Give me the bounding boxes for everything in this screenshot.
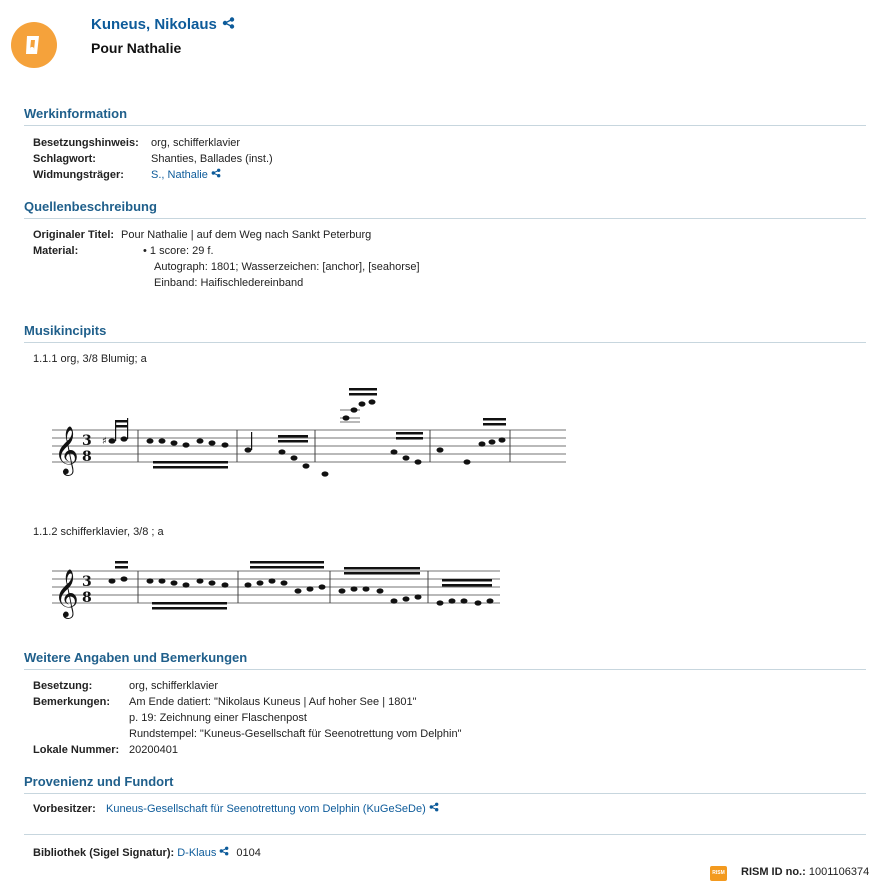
field-label: Originaler Titel: bbox=[33, 229, 115, 241]
field-value: Pour Nathalie | auf dem Weg nach Sankt P… bbox=[121, 229, 372, 241]
work-row-besetzung: Besetzungshinweis: org, schifferklavier bbox=[33, 135, 240, 151]
field-label: Widmungsträger: bbox=[33, 169, 124, 181]
field-value: Am Ende datiert: "Nikolaus Kuneus | Auf … bbox=[129, 696, 417, 708]
incipit-label: 1.1.2 schifferklavier, 3/8 ; a bbox=[33, 526, 164, 538]
further-row-lokale: Lokale Nummer: 20200401 bbox=[33, 742, 178, 758]
field-value: Shanties, Ballades (inst.) bbox=[151, 153, 273, 165]
material-bullet: • bbox=[143, 245, 150, 257]
field-label: Schlagwort: bbox=[33, 153, 96, 165]
work-row-widmung: Widmungsträger: S., Nathalie bbox=[33, 167, 221, 183]
field-label: Lokale Nummer: bbox=[33, 744, 120, 756]
music-incipit-2[interactable]: 𝄞 3 8 bbox=[50, 555, 505, 620]
svg-text:3: 3 bbox=[82, 574, 92, 590]
svg-text:8: 8 bbox=[82, 449, 92, 465]
further-row-bemerkungen: Bemerkungen: Am Ende datiert: "Nikolaus K… bbox=[33, 694, 416, 710]
field-label: Besetzungshinweis: bbox=[33, 137, 139, 149]
field-value: 1 score: 29 f. bbox=[149, 245, 214, 257]
provenance-row: Vorbesitzer: Kuneus-Gesellschaft für Seen… bbox=[33, 801, 439, 817]
section-heading-work: Werkinformation bbox=[24, 106, 866, 126]
section-heading-further: Weitere Angaben und Bemerkungen bbox=[24, 650, 866, 670]
divider bbox=[24, 834, 866, 835]
section-heading-source: Quellenbeschreibung bbox=[24, 199, 866, 219]
library-row: Bibliothek (Sigel Signatur): D-Klaus 010… bbox=[33, 845, 261, 861]
further-row-besetzung: Besetzung: org, schifferklavier bbox=[33, 678, 218, 694]
rism-id: RISM ID no.: 1001106374 bbox=[741, 866, 869, 878]
field-label: Material: bbox=[33, 245, 79, 257]
remark-line: Rundstempel: "Kuneus-Gesellschaft für Se… bbox=[129, 728, 462, 740]
composer-link[interactable]: Kuneus, Nikolaus bbox=[91, 16, 235, 33]
previous-owner-link[interactable]: Kuneus-Gesellschaft für Seenotrettung vo… bbox=[106, 803, 426, 815]
source-row-material: Material: • 1 score: 29 f. bbox=[33, 243, 214, 259]
rism-value: 1001106374 bbox=[808, 866, 870, 878]
shelfmark: 0104 bbox=[236, 847, 261, 859]
svg-text:8: 8 bbox=[82, 590, 92, 606]
share-icon[interactable] bbox=[222, 16, 235, 33]
share-icon[interactable] bbox=[429, 801, 439, 817]
share-icon[interactable] bbox=[211, 167, 221, 183]
material-line: Autograph: 1801; Wasserzeichen: [anchor]… bbox=[154, 261, 420, 273]
section-heading-incipits: Musikincipits bbox=[24, 323, 866, 343]
material-line: Einband: Haifischledereinband bbox=[154, 277, 304, 289]
field-value: org, schifferklavier bbox=[151, 137, 241, 149]
field-label: Bemerkungen: bbox=[33, 696, 111, 708]
section-heading-provenance: Provenienz und Fundort bbox=[24, 774, 866, 794]
dedicatee-link[interactable]: S., Nathalie bbox=[151, 169, 208, 181]
svg-text:𝄞: 𝄞 bbox=[54, 425, 79, 476]
remark-line: p. 19: Zeichnung einer Flaschenpost bbox=[129, 712, 307, 724]
rism-badge-icon[interactable]: RISM bbox=[710, 866, 727, 881]
svg-text:♯: ♯ bbox=[102, 436, 107, 447]
library-link[interactable]: D-Klaus bbox=[177, 847, 216, 859]
svg-text:3: 3 bbox=[82, 433, 92, 449]
svg-text:𝄞: 𝄞 bbox=[54, 568, 79, 619]
music-incipit-1[interactable]: 𝄞 3 8 ♯ bbox=[50, 380, 570, 490]
field-value: 20200401 bbox=[129, 744, 178, 756]
field-value: org, schifferklavier bbox=[129, 680, 219, 692]
field-label: Vorbesitzer: bbox=[33, 803, 96, 815]
incipit-label: 1.1.1 org, 3/8 Blumig; a bbox=[33, 353, 147, 365]
work-row-schlagwort: Schlagwort: Shanties, Ballades (inst.) bbox=[33, 151, 273, 167]
field-label: Bibliothek (Sigel Signatur): bbox=[33, 847, 175, 859]
logo-icon bbox=[11, 22, 57, 68]
source-row-title: Originaler Titel: Pour Nathalie | auf dem… bbox=[33, 227, 371, 243]
share-icon[interactable] bbox=[219, 845, 229, 861]
rism-label: RISM ID no.: bbox=[741, 866, 806, 878]
field-label: Besetzung: bbox=[33, 680, 93, 692]
page-title: Pour Nathalie bbox=[91, 40, 182, 56]
record-header: Kuneus, Nikolaus Pour Nathalie bbox=[0, 0, 894, 80]
